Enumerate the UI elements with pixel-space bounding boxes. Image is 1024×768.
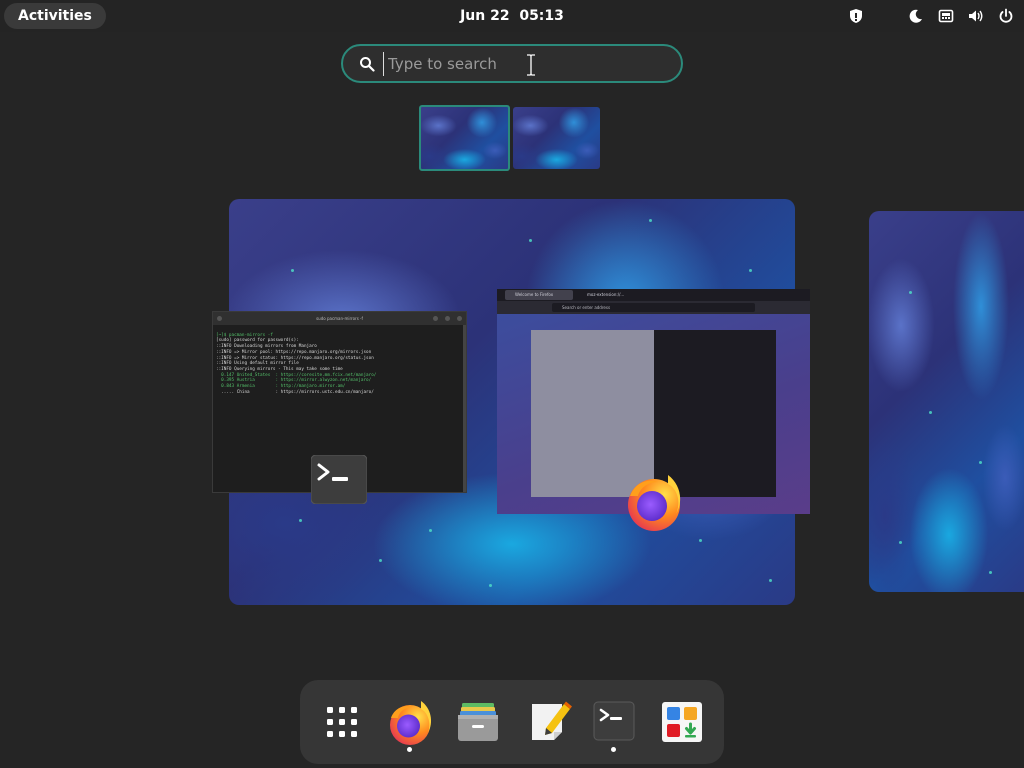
terminal-scrollbar	[463, 325, 466, 492]
volume-icon[interactable]	[968, 8, 984, 24]
dock-item-software[interactable]	[658, 698, 706, 746]
firefox-icon	[628, 475, 681, 531]
dock-item-firefox[interactable]	[386, 698, 434, 746]
dock-item-show-apps[interactable]	[318, 698, 366, 746]
workspace-thumbnail-1[interactable]	[419, 105, 510, 171]
search-icon	[360, 57, 375, 72]
firefox-url-bar[interactable]: Search or enter address	[552, 303, 755, 312]
ibeam-cursor-icon	[527, 54, 535, 76]
dock-item-files[interactable]	[454, 698, 502, 746]
search-box[interactable]	[341, 44, 683, 83]
firefox-icon	[390, 701, 432, 745]
grid-icon	[327, 707, 357, 737]
clock-time: 05:13	[519, 8, 564, 24]
firefox-navbar: Search or enter address	[497, 301, 810, 314]
next-workspace-preview[interactable]	[869, 211, 1024, 592]
workspace-thumbnail-2[interactable]	[513, 107, 600, 169]
top-bar: Activities Jun 22 05:13	[0, 0, 1024, 32]
software-icon	[662, 702, 702, 742]
clock-date: Jun 22	[460, 8, 510, 24]
shield-icon[interactable]	[848, 8, 864, 24]
files-icon	[458, 703, 498, 741]
terminal-output: [~]$ pacman-mirrors -f [sudo] password fo…	[213, 325, 466, 409]
power-icon[interactable]	[998, 8, 1014, 24]
running-indicator	[407, 747, 412, 752]
search-input[interactable]	[383, 52, 663, 76]
firefox-tabbar: Welcome to Firefox moz-extension://...	[497, 289, 810, 301]
terminal-title: sudo pacman-mirrors -f	[316, 316, 363, 321]
firefox-tab[interactable]: Welcome to Firefox	[505, 290, 573, 300]
text-editor-icon	[532, 701, 572, 740]
dock-item-terminal[interactable]	[590, 698, 638, 746]
firefox-tab[interactable]: moz-extension://...	[577, 290, 647, 300]
dock	[300, 680, 724, 764]
running-indicator	[611, 747, 616, 752]
terminal-icon	[593, 701, 635, 741]
clock-button[interactable]: Jun 22 05:13	[460, 8, 564, 24]
terminal-line: ..... China : https://mirrors.ustc.edu.c…	[216, 389, 374, 395]
terminal-titlebar: sudo pacman-mirrors -f	[213, 312, 466, 325]
terminal-icon	[311, 455, 367, 504]
system-tray[interactable]	[848, 0, 1014, 32]
night-light-icon[interactable]	[908, 8, 924, 24]
dock-item-text-editor[interactable]	[526, 698, 574, 746]
network-icon[interactable]	[938, 8, 954, 24]
activities-button[interactable]: Activities	[4, 3, 106, 29]
